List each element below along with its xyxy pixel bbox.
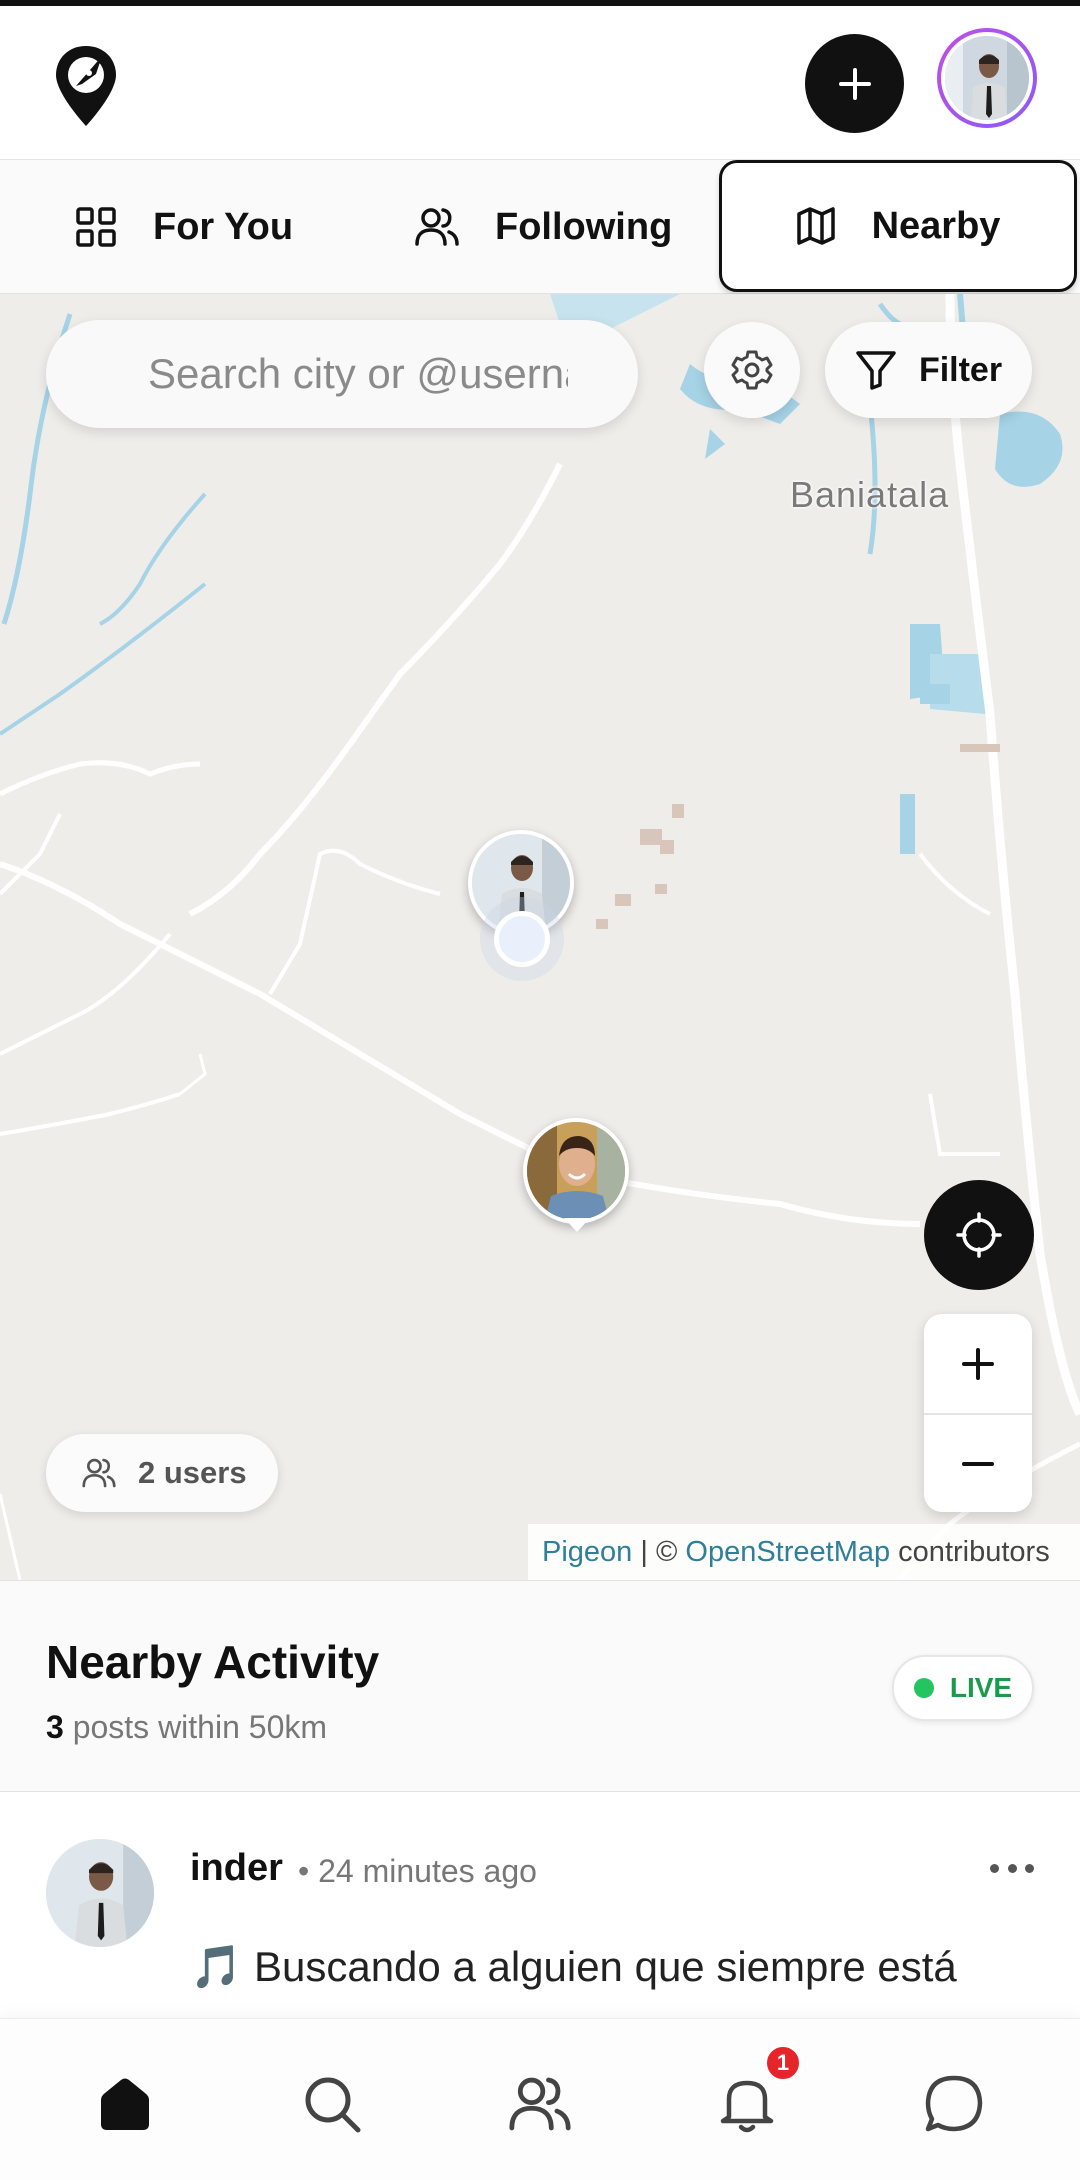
users-count-label: 2 users <box>138 1455 247 1490</box>
avatar[interactable] <box>46 1839 154 1947</box>
map-pin-tail <box>564 1218 590 1232</box>
create-post-button[interactable] <box>805 34 904 133</box>
user-map-pin[interactable] <box>523 1118 629 1224</box>
zoom-out-button[interactable] <box>924 1413 1032 1512</box>
filter-label: Filter <box>918 350 1003 389</box>
zoom-controls <box>924 1314 1032 1512</box>
users-icon <box>415 208 459 246</box>
nav-people-button[interactable] <box>505 2069 575 2139</box>
users-icon <box>82 1458 116 1488</box>
chat-icon <box>925 2075 983 2132</box>
tab-for-you[interactable]: For You <box>75 160 293 294</box>
posts-count-suffix: posts within 50km <box>63 1709 328 1745</box>
feed-tabs: For You Following Nearby <box>0 160 1080 294</box>
live-badge: LIVE <box>892 1655 1034 1721</box>
attribution-link-osm[interactable]: OpenStreetMap <box>685 1536 890 1569</box>
tab-nearby[interactable]: Nearby <box>719 160 1077 292</box>
map-search-field[interactable] <box>46 320 638 428</box>
tab-label: Following <box>495 205 673 248</box>
app-header <box>0 6 1080 160</box>
grid-icon <box>76 207 116 247</box>
logo-pin-icon[interactable] <box>52 42 120 130</box>
people-icon <box>509 2077 571 2131</box>
filter-button[interactable]: Filter <box>825 322 1032 418</box>
map-place-label: Baniatala <box>790 474 950 515</box>
map-settings-button[interactable] <box>704 322 800 418</box>
attribution-separator: | © <box>632 1535 686 1568</box>
section-subtitle: 3 posts within 50km <box>46 1709 327 1746</box>
attribution-link-pigeon[interactable]: Pigeon <box>542 1536 632 1569</box>
more-options-icon[interactable] <box>990 1853 1034 1883</box>
locate-me-button[interactable] <box>924 1180 1034 1290</box>
users-count-pill[interactable]: 2 users <box>46 1434 278 1512</box>
posts-count: 3 <box>46 1709 64 1745</box>
post-card[interactable]: inder • 24 minutes ago 🎵 Buscando a algu… <box>0 1793 1080 2018</box>
tab-label: Nearby <box>871 204 1001 247</box>
section-title: Nearby Activity <box>46 1636 380 1688</box>
tab-label: For You <box>153 205 294 248</box>
bottom-navigation <box>0 2018 1080 2180</box>
crosshair-icon <box>956 1212 1002 1258</box>
nav-home-button[interactable] <box>90 2069 160 2139</box>
post-timestamp: • 24 minutes ago <box>298 1853 537 1889</box>
live-label: LIVE <box>949 1672 1013 1703</box>
zoom-in-button[interactable] <box>924 1314 1032 1413</box>
attribution-suffix: contributors <box>890 1535 1050 1568</box>
plus-icon <box>962 1347 994 1380</box>
nav-search-button[interactable] <box>297 2069 367 2139</box>
tab-following[interactable]: Following <box>415 160 672 294</box>
map-icon <box>796 207 835 245</box>
bell-icon <box>720 2080 774 2133</box>
search-input[interactable] <box>148 350 568 398</box>
avatar <box>941 32 1033 124</box>
plus-icon <box>838 67 871 100</box>
live-dot-icon <box>913 1678 934 1698</box>
post-text: 🎵 Buscando a alguien que siempre está <box>190 1943 957 1990</box>
profile-avatar-button[interactable] <box>937 28 1037 128</box>
map-view[interactable]: Filter Baniatala <box>0 294 1080 1580</box>
current-location-dot <box>494 911 550 967</box>
nav-messages-button[interactable] <box>919 2069 989 2139</box>
search-icon <box>305 2077 361 2133</box>
map-attribution: Pigeon | © OpenStreetMap contributors <box>528 1524 1080 1580</box>
post-username[interactable]: inder <box>190 1847 283 1890</box>
notification-badge: 1 <box>764 2044 802 2082</box>
nearby-activity-header: Nearby Activity 3 posts within 50km LIVE <box>0 1580 1080 1792</box>
nav-notifications-button[interactable] <box>712 2069 782 2139</box>
filter-icon <box>856 351 896 390</box>
minus-icon <box>962 1461 994 1466</box>
home-icon <box>101 2078 149 2130</box>
gear-icon <box>731 350 773 390</box>
